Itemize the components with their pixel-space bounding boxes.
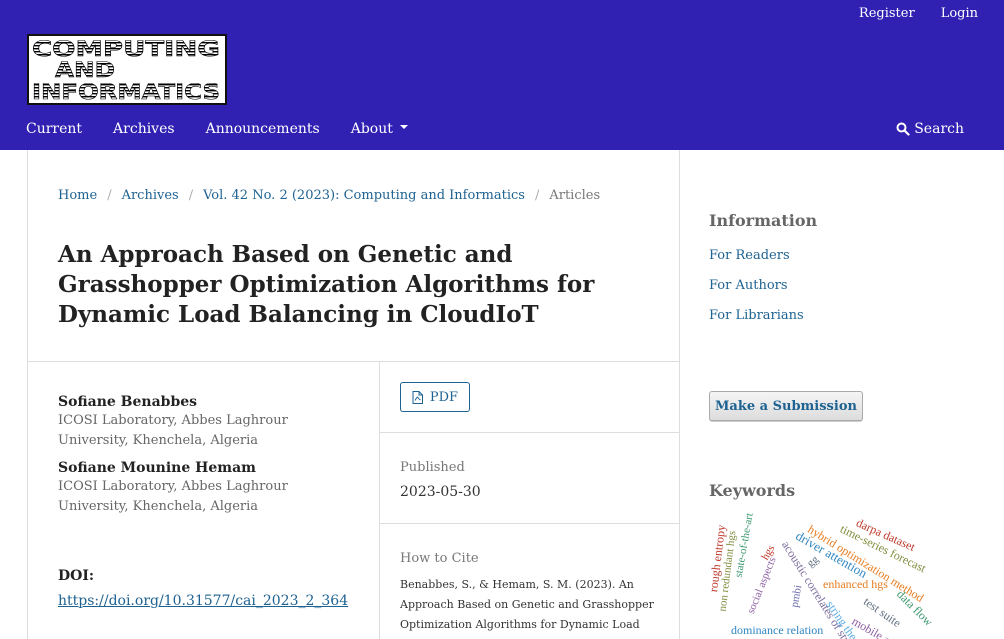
published-date: 2023-05-30 bbox=[400, 484, 481, 500]
keywords-heading: Keywords bbox=[709, 481, 796, 500]
search-label: Search bbox=[914, 121, 964, 137]
breadcrumb-separator: / bbox=[188, 188, 194, 203]
sidebar: Information For Readers For Authors For … bbox=[709, 150, 979, 639]
author-affiliation: ICOSI Laboratory, Abbes Laghrour Univers… bbox=[58, 413, 288, 448]
search-icon bbox=[896, 122, 910, 136]
citation-text: Benabbes, S., & Hemam, S. M. (2023). An … bbox=[400, 578, 654, 639]
breadcrumb-separator: / bbox=[107, 188, 112, 203]
how-to-cite-label: How to Cite bbox=[400, 551, 479, 566]
for-librarians-link[interactable]: For Librarians bbox=[709, 308, 804, 323]
login-link[interactable]: Login bbox=[941, 6, 978, 21]
doi-label: DOI: bbox=[58, 568, 95, 584]
breadcrumb-archives[interactable]: Archives bbox=[122, 188, 179, 203]
site-logo[interactable]: COMPUTING AND INFORMATICS bbox=[27, 34, 227, 105]
logo-line-3: INFORMATICS bbox=[32, 80, 220, 103]
nav-current[interactable]: Current bbox=[26, 121, 82, 137]
author-affiliation: ICOSI Laboratory, Abbes Laghrour Univers… bbox=[58, 479, 288, 514]
for-readers-link[interactable]: For Readers bbox=[709, 248, 790, 263]
make-submission-button[interactable]: Make a Submission bbox=[709, 391, 863, 421]
pdf-label: PDF bbox=[429, 389, 459, 405]
information-heading: Information bbox=[709, 211, 818, 230]
article-main: Home / Archives / Vol. 42 No. 2 (2023): … bbox=[27, 150, 680, 639]
author-name: Sofiane Mounine Hemam bbox=[58, 460, 256, 476]
breadcrumb-issue[interactable]: Vol. 42 No. 2 (2023): Computing and Info… bbox=[203, 188, 525, 203]
nav-archives[interactable]: Archives bbox=[113, 121, 175, 137]
logo-line-2: AND bbox=[55, 58, 115, 82]
doi-link[interactable]: https://doi.org/10.31577/cai_2023_2_364 bbox=[58, 593, 348, 609]
author-name: Sofiane Benabbes bbox=[58, 394, 198, 410]
site-header: Register Login COMPUTING AND INFORMATICS… bbox=[0, 0, 1004, 150]
file-pdf-icon bbox=[412, 390, 423, 404]
search-link[interactable]: Search bbox=[896, 121, 964, 137]
keyword-cloud: rough entropy non redundant hgs state-of… bbox=[709, 510, 979, 639]
for-authors-link[interactable]: For Authors bbox=[709, 278, 788, 293]
keyword-link[interactable]: enhanced hgs bbox=[823, 578, 888, 590]
article-title: An Approach Based on Genetic and Grassho… bbox=[58, 241, 595, 328]
divider bbox=[28, 361, 679, 362]
nav-announcements[interactable]: Announcements bbox=[206, 121, 320, 137]
published-label: Published bbox=[400, 460, 465, 475]
breadcrumb: Home / Archives / Vol. 42 No. 2 (2023): … bbox=[58, 188, 600, 203]
nav-about-label: About bbox=[350, 121, 393, 137]
column-divider bbox=[379, 362, 380, 639]
main-nav: Current Archives Announcements About bbox=[26, 121, 408, 137]
register-link[interactable]: Register bbox=[859, 6, 915, 21]
keyword-link[interactable]: state-of-the-art bbox=[733, 512, 756, 578]
breadcrumb-separator: / bbox=[534, 188, 540, 203]
divider bbox=[380, 523, 679, 524]
user-nav: Register Login bbox=[859, 6, 978, 21]
divider bbox=[380, 432, 679, 433]
author-list: Sofiane Benabbes ICOSI Laboratory, Abbes… bbox=[58, 393, 358, 525]
keyword-link[interactable]: dominance relation bbox=[731, 624, 823, 636]
keyword-link[interactable]: social aspects bbox=[745, 555, 779, 615]
pdf-button[interactable]: PDF bbox=[400, 382, 470, 412]
keyword-link[interactable]: pmbi bbox=[789, 584, 805, 608]
nav-about[interactable]: About bbox=[351, 121, 408, 137]
breadcrumb-home[interactable]: Home bbox=[58, 188, 97, 203]
chevron-down-icon bbox=[399, 125, 408, 129]
breadcrumb-current: Articles bbox=[549, 188, 601, 203]
